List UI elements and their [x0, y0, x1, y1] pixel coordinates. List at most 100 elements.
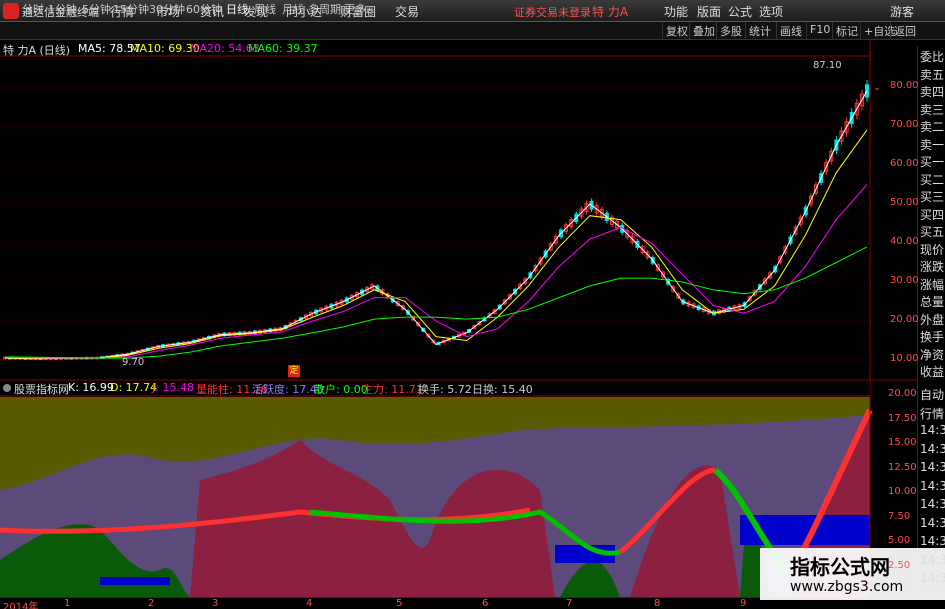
tool-3[interactable]: 选项: [759, 3, 783, 20]
period-tab-7[interactable]: 周线: [254, 1, 276, 17]
candle-body: [865, 84, 869, 98]
side2-item-0: 自动: [920, 388, 945, 402]
period-tab-4[interactable]: 30分钟: [149, 1, 185, 17]
toolbar-button-8[interactable]: 返回: [890, 22, 919, 40]
period-tab-6[interactable]: 日线: [226, 1, 248, 17]
ind-y-tick-6: 5.00: [888, 535, 911, 546]
ma-ma60: MA60: 39.37: [248, 42, 318, 55]
side-item-11[interactable]: 现价: [920, 241, 944, 258]
side2-item-1: 行情: [920, 406, 945, 421]
date-tick-2: 2: [148, 598, 155, 609]
date-tick-9: 9: [740, 598, 747, 609]
period-tab-9[interactable]: 多周期: [308, 1, 341, 17]
toolbar-button-6[interactable]: 标记: [832, 22, 861, 40]
side-item-10[interactable]: 买五: [920, 223, 944, 240]
period-tab-0[interactable]: 分时: [22, 1, 44, 17]
ind-y-tick-7: 2.50: [888, 559, 911, 571]
d-value: D: 17.74: [110, 381, 158, 394]
side-item-18[interactable]: 收益: [920, 363, 944, 380]
toolbar-button-4[interactable]: 画线: [776, 22, 805, 40]
period-tab-2[interactable]: 5分钟: [82, 1, 111, 17]
side2-item-2: 14:34: [920, 423, 945, 437]
blue-band-3: [100, 577, 170, 585]
date-tick-6: 6: [482, 598, 489, 609]
toolbar-button-3[interactable]: 统计: [745, 22, 774, 40]
side-item-9[interactable]: 买四: [920, 206, 944, 223]
toolbar-button-1[interactable]: 叠加: [689, 22, 718, 40]
menu-6[interactable]: 交易: [395, 3, 419, 20]
ind-y-tick-1: 17.50: [888, 412, 917, 424]
ma-line-ma10: [4, 129, 868, 359]
side-item-15[interactable]: 外盘: [920, 311, 944, 328]
tool-0[interactable]: 功能: [664, 3, 688, 20]
date-tick-8: 8: [654, 598, 661, 609]
main-grid: [0, 86, 870, 361]
side-item-5[interactable]: 卖一: [920, 136, 944, 153]
side-item-12[interactable]: 涨跌: [920, 258, 944, 275]
watermark-url: www.zbgs3.com: [790, 579, 904, 595]
toolbar-button-2[interactable]: 多股: [716, 22, 745, 40]
y-tick-0: 80.00: [890, 80, 919, 91]
side2-item-9: 14:35: [920, 552, 945, 567]
period-tab-3[interactable]: 15分钟: [113, 1, 149, 17]
y-tick-6: 20.00: [890, 314, 919, 325]
kline-chart[interactable]: [0, 0, 945, 609]
period-tab-8[interactable]: 月线: [282, 1, 304, 17]
ma-line-ma5: [4, 90, 868, 360]
date-tick-7: 7: [566, 598, 573, 609]
side-item-3[interactable]: 卖三: [920, 101, 944, 118]
y-tick-1: 70.00: [890, 119, 919, 130]
date-tick-4: 4: [306, 598, 313, 609]
ind-y-tick-3: 12.50: [888, 461, 917, 473]
side2-item-6: 14:35: [920, 497, 945, 511]
side2-item-10: 14:35: [920, 571, 945, 585]
ma-line-ma60: [4, 246, 868, 359]
side-item-13[interactable]: 涨幅: [920, 276, 944, 293]
ind-y-tick-5: 7.50: [888, 510, 911, 522]
y-tick-2: 60.00: [890, 158, 919, 169]
event-marker-icon[interactable]: 定: [288, 365, 300, 377]
period-tab-5[interactable]: 60分钟: [186, 1, 222, 17]
candles: [3, 80, 869, 361]
date-tick-1: 1: [64, 598, 71, 609]
side-item-0[interactable]: 委比: [920, 48, 944, 65]
period-tab-1[interactable]: 1分钟: [48, 1, 77, 17]
indicator-areas: [0, 397, 873, 597]
side2-item-4: 14:35: [920, 460, 945, 474]
tool-2[interactable]: 公式: [728, 3, 752, 20]
ma-lines: [4, 90, 868, 360]
low-price-label: 9.70: [122, 357, 145, 368]
tool-1[interactable]: 版面: [697, 3, 721, 20]
side2-item-8: 14:35: [920, 534, 945, 548]
indicator-name[interactable]: 股票指标网: [14, 381, 69, 397]
toolbar-button-0[interactable]: 复权: [662, 22, 691, 40]
side2-item-3: 14:35: [920, 441, 945, 456]
side-item-7[interactable]: 买二: [920, 171, 944, 188]
indicator-item-1: 活跃度: 17.40: [252, 383, 324, 396]
side-item-14[interactable]: 总量: [920, 293, 944, 310]
side-item-6[interactable]: 买一: [920, 153, 944, 170]
side-item-16[interactable]: 换手: [920, 328, 944, 345]
ma-line-ma20: [4, 184, 868, 359]
y-tick-7: 10.00: [890, 353, 919, 364]
side-item-8[interactable]: 买三: [920, 188, 944, 205]
side2-item-7: 14:35: [920, 515, 945, 530]
high-price-label: 87.10: [813, 60, 842, 71]
watermark-title: 指标公式网: [790, 555, 890, 579]
y-tick-3: 50.00: [890, 197, 919, 208]
indicator-item-2: 散户: 0.00: [314, 383, 368, 396]
side-item-17[interactable]: 净资: [920, 346, 944, 363]
side2-item-5: 14:35: [920, 478, 945, 493]
side-item-2[interactable]: 卖四: [920, 83, 944, 100]
side-item-1[interactable]: 卖五: [920, 66, 944, 83]
indicator-settings-icon[interactable]: [3, 384, 11, 392]
k-value: K: 16.99: [68, 381, 114, 394]
period-tab-10[interactable]: 更多: [344, 1, 366, 17]
indicator-item-3: 主力: 11.71: [362, 383, 423, 396]
j-value: J: 15.48: [152, 381, 194, 394]
date-tick-3: 3: [212, 598, 219, 609]
date-tick-5: 5: [396, 598, 403, 609]
toolbar-button-5[interactable]: F10: [806, 22, 833, 40]
side-item-4[interactable]: 卖二: [920, 118, 944, 135]
date-tick-0: 2014年: [3, 602, 39, 609]
